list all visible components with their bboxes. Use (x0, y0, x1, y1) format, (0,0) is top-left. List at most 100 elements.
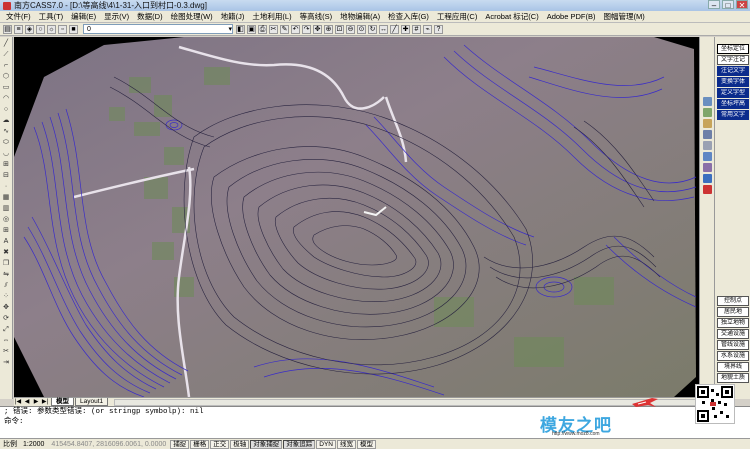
line-icon[interactable]: ╱ (390, 24, 399, 34)
info-icon[interactable] (702, 174, 712, 183)
last-tab-icon[interactable]: ▶| (41, 399, 49, 406)
mirror-tool-icon[interactable]: ⇋ (2, 270, 11, 279)
toggle-snap[interactable]: 捕捉 (170, 439, 190, 449)
panel-transportation[interactable]: 交通设施 (717, 329, 749, 339)
rectangle-tool-icon[interactable]: ▭ (2, 83, 11, 92)
grid-settings-icon[interactable] (702, 97, 712, 106)
move-tool-icon[interactable]: ✥ (2, 303, 11, 312)
tag-icon[interactable] (702, 119, 712, 128)
panel-pipeline[interactable]: 管线设施 (717, 340, 749, 350)
light-bulb-icon[interactable]: ○ (36, 24, 45, 34)
menu-adobe-pdf[interactable]: Adobe PDF(B) (543, 12, 600, 21)
first-tab-icon[interactable]: |◀ (14, 399, 22, 406)
polyline-tool-icon[interactable]: ⌐ (2, 61, 11, 70)
panel-annotate-text[interactable]: 注记文字 (717, 66, 749, 76)
menu-data[interactable]: 数据(D) (133, 11, 166, 22)
tab-layout1[interactable]: Layout1 (75, 398, 109, 406)
command-window[interactable]: ; 错误: 参数类型错误: (or stringp symbolp): nil … (0, 406, 750, 438)
copy-tool-icon[interactable]: ❐ (2, 259, 11, 268)
layer-previous-icon[interactable]: ◧ (236, 24, 245, 34)
panel-boundary[interactable]: 境界线 (717, 362, 749, 372)
toggle-lineweight[interactable]: 线宽 (337, 439, 356, 449)
hatch-icon[interactable] (702, 141, 712, 150)
panel-landform[interactable]: 地貌土质 (717, 373, 749, 383)
panel-control-point[interactable]: 控制点 (717, 296, 749, 306)
zoom-extents-icon[interactable]: ⊙ (357, 24, 366, 34)
menu-file[interactable]: 文件(F) (2, 11, 35, 22)
layers-icon[interactable] (702, 130, 712, 139)
stretch-tool-icon[interactable]: ⇔ (2, 336, 11, 345)
zoom-window-icon[interactable]: ⊡ (335, 24, 344, 34)
menu-edit[interactable]: 编辑(E) (67, 11, 100, 22)
trim-tool-icon[interactable]: ✂ (2, 347, 11, 356)
pan-icon[interactable]: ✥ (313, 24, 322, 34)
menu-tools[interactable]: 工具(T) (35, 11, 68, 22)
panel-change-font[interactable]: 变换字体 (717, 77, 749, 87)
panel-text-annotation[interactable]: 文字注记 (717, 55, 749, 65)
panel-coordinate-locate[interactable]: 坐标定位 (717, 44, 749, 54)
menu-draw[interactable]: 绘图处理(W) (167, 11, 217, 22)
make-block-icon[interactable]: ⊟ (2, 171, 11, 180)
menu-feature-edit[interactable]: 地物编辑(A) (336, 11, 384, 22)
toggle-ortho[interactable]: 正交 (210, 439, 230, 449)
menu-sheet[interactable]: 图幅管理(M) (599, 11, 648, 22)
arc-tool-icon[interactable]: ◠ (2, 94, 11, 103)
insert-block-icon[interactable]: ⊞ (2, 160, 11, 169)
panel-residential[interactable]: 居民地 (717, 307, 749, 317)
cut-icon[interactable]: ✂ (269, 24, 278, 34)
menu-contour[interactable]: 等高线(S) (296, 11, 337, 22)
save-icon[interactable]: ▣ (247, 24, 256, 34)
exit-icon[interactable] (702, 185, 712, 194)
maximize-button[interactable]: □ (722, 0, 734, 10)
rotate-tool-icon[interactable]: ⟳ (2, 314, 11, 323)
horizontal-scrollbar[interactable] (114, 398, 699, 406)
panel-define-font[interactable]: 定义字型 (717, 88, 749, 98)
toggle-otrack[interactable]: 对象追踪 (283, 439, 316, 449)
query-icon[interactable] (702, 163, 712, 172)
contour-map[interactable] (14, 37, 699, 397)
extend-tool-icon[interactable]: ⇥ (2, 358, 11, 367)
layer-dropdown[interactable]: 0 ▾ (83, 24, 233, 34)
gradient-tool-icon[interactable]: ▥ (2, 204, 11, 213)
open-icon[interactable]: ▤ (3, 24, 12, 34)
menu-engineering[interactable]: 工程应用(C) (433, 11, 481, 22)
toggle-polar[interactable]: 极轴 (230, 439, 250, 449)
print-icon[interactable]: ⎙ (258, 24, 267, 34)
text-tool-icon[interactable]: A (2, 237, 11, 246)
polyline-icon[interactable]: ⌁ (423, 24, 432, 34)
close-button[interactable]: ✕ (736, 0, 748, 10)
sun-icon[interactable]: ☼ (47, 24, 56, 34)
toggle-grid[interactable]: 栅格 (190, 439, 210, 449)
minimize-button[interactable]: – (708, 0, 720, 10)
scale-tool-icon[interactable]: ⤢ (2, 325, 11, 334)
refresh-icon[interactable]: ↻ (368, 24, 377, 34)
ellipse-tool-icon[interactable]: ⬭ (2, 138, 11, 147)
line-tool-icon[interactable]: ╱ (2, 39, 11, 48)
grid-icon[interactable]: # (412, 24, 421, 34)
panel-water-system[interactable]: 水系设施 (717, 351, 749, 361)
menu-check[interactable]: 检查入库(G) (384, 11, 433, 22)
panel-coord-elevation[interactable]: 坐标坪高 (717, 99, 749, 109)
menu-acrobat[interactable]: Acrobat 标记(C) (481, 11, 542, 22)
circle-tool-icon[interactable]: ○ (2, 105, 11, 114)
spline-tool-icon[interactable]: ∿ (2, 127, 11, 136)
toggle-osnap[interactable]: 对象捕捉 (250, 439, 283, 449)
properties-icon[interactable]: ≡ (14, 24, 23, 34)
ellipse-arc-icon[interactable]: ◡ (2, 149, 11, 158)
command-prompt[interactable]: 命令: (4, 417, 750, 427)
next-tab-icon[interactable]: ▶ (32, 399, 40, 406)
construction-line-icon[interactable]: ⟋ (2, 50, 11, 59)
match-properties-icon[interactable]: ✎ (280, 24, 289, 34)
drawing-canvas[interactable] (14, 37, 699, 397)
prev-tab-icon[interactable]: ◀ (23, 399, 31, 406)
tab-model[interactable]: 模型 (51, 398, 74, 406)
table-tool-icon[interactable]: ⊞ (2, 226, 11, 235)
zoom-realtime-icon[interactable]: ⊕ (324, 24, 333, 34)
region-tool-icon[interactable]: ◎ (2, 215, 11, 224)
menu-view[interactable]: 显示(V) (100, 11, 133, 22)
cross-icon[interactable]: ✚ (401, 24, 410, 34)
array-tool-icon[interactable]: ⁘ (2, 292, 11, 301)
point-tool-icon[interactable]: · (2, 182, 11, 191)
undo-icon[interactable]: ↶ (291, 24, 300, 34)
zoom-previous-icon[interactable]: ⊖ (346, 24, 355, 34)
